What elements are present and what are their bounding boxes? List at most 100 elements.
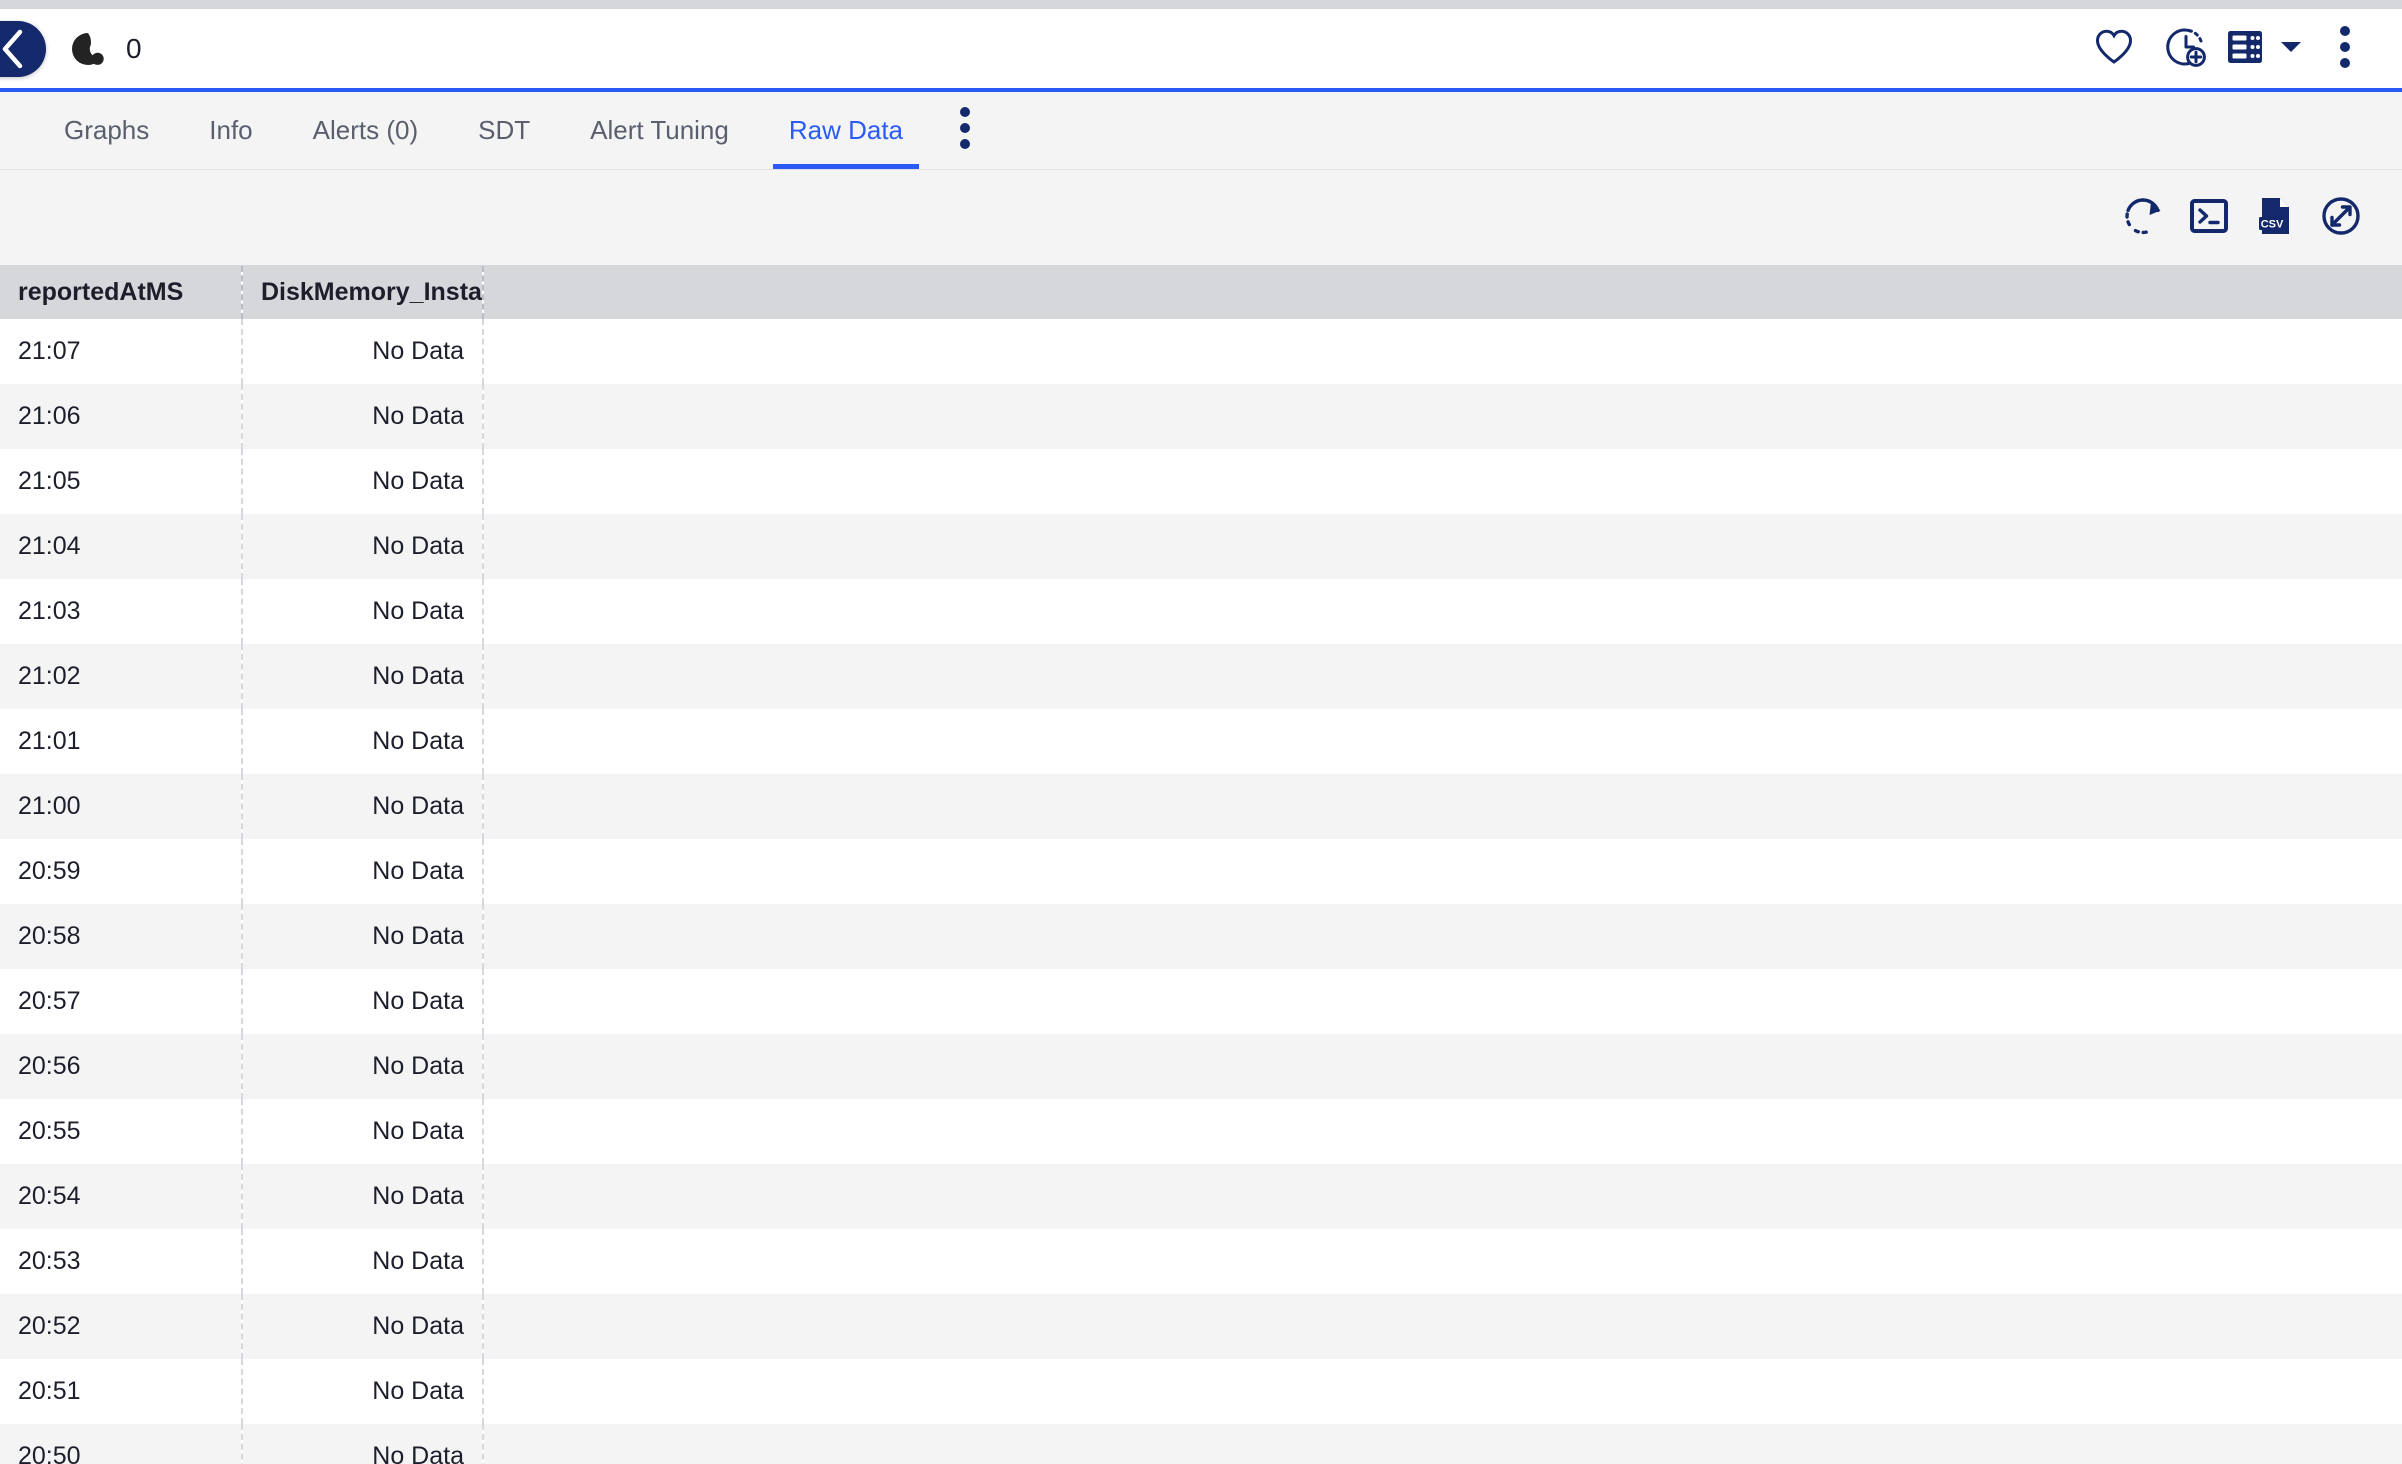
table-row[interactable]: 20:55 No Data bbox=[0, 1099, 2402, 1164]
header-more-menu-button[interactable] bbox=[2314, 19, 2376, 79]
console-button[interactable] bbox=[2176, 185, 2242, 251]
add-sdt-icon bbox=[2165, 26, 2207, 71]
cell-reportedatms: 20:55 bbox=[0, 1099, 243, 1164]
cell-reportedatms: 21:00 bbox=[0, 774, 243, 839]
export-csv-button[interactable]: CSV bbox=[2242, 185, 2308, 251]
tab-alert-tuning[interactable]: Alert Tuning bbox=[560, 92, 759, 169]
cell-diskmemory: No Data bbox=[242, 579, 484, 644]
chevron-down-icon bbox=[2278, 38, 2304, 59]
table-row[interactable]: 21:02 No Data bbox=[0, 644, 2402, 709]
cell-spacer bbox=[483, 1294, 2402, 1359]
cell-reportedatms: 20:54 bbox=[0, 1164, 243, 1229]
cell-reportedatms: 21:04 bbox=[0, 514, 243, 579]
table-row[interactable]: 20:59 No Data bbox=[0, 839, 2402, 904]
cell-spacer bbox=[483, 579, 2402, 644]
kebab-menu-icon bbox=[959, 106, 971, 155]
resource-group-button[interactable] bbox=[2222, 19, 2268, 79]
refresh-icon bbox=[2121, 194, 2165, 241]
cell-diskmemory: No Data bbox=[242, 449, 484, 514]
tab-info[interactable]: Info bbox=[179, 92, 282, 169]
cell-reportedatms: 21:02 bbox=[0, 644, 243, 709]
refresh-button[interactable] bbox=[2110, 185, 2176, 251]
cell-diskmemory: No Data bbox=[242, 644, 484, 709]
cell-diskmemory: No Data bbox=[242, 1099, 484, 1164]
cell-reportedatms: 21:07 bbox=[0, 319, 243, 384]
cell-diskmemory: No Data bbox=[242, 319, 484, 384]
cell-reportedatms: 20:56 bbox=[0, 1034, 243, 1099]
table-row[interactable]: 20:56 No Data bbox=[0, 1034, 2402, 1099]
table-row[interactable]: 21:06 No Data bbox=[0, 384, 2402, 449]
table-row[interactable]: 20:53 No Data bbox=[0, 1229, 2402, 1294]
back-button[interactable] bbox=[0, 20, 46, 77]
cell-diskmemory: No Data bbox=[242, 709, 484, 774]
table-body: 21:07 No Data 21:06 No Data 21:05 No Data 21:0… bbox=[0, 319, 2402, 1464]
cell-reportedatms: 20:59 bbox=[0, 839, 243, 904]
table-row[interactable]: 20:58 No Data bbox=[0, 904, 2402, 969]
cell-reportedatms: 21:01 bbox=[0, 709, 243, 774]
cell-spacer bbox=[483, 644, 2402, 709]
cell-spacer bbox=[483, 1359, 2402, 1424]
table-row[interactable]: 20:52 No Data bbox=[0, 1294, 2402, 1359]
favorite-button[interactable] bbox=[2078, 19, 2150, 79]
table-row[interactable]: 21:01 No Data bbox=[0, 709, 2402, 774]
tab-overflow-menu-button[interactable] bbox=[933, 92, 997, 169]
expand-icon bbox=[2319, 194, 2363, 241]
cell-diskmemory: No Data bbox=[242, 969, 484, 1034]
tab-bar: Graphs Info Alerts (0) SDT Alert Tuning … bbox=[0, 92, 2402, 170]
table-row[interactable]: 21:03 No Data bbox=[0, 579, 2402, 644]
table-row[interactable]: 20:57 No Data bbox=[0, 969, 2402, 1034]
cell-spacer bbox=[483, 969, 2402, 1034]
tab-sdt[interactable]: SDT bbox=[448, 92, 560, 169]
cell-spacer bbox=[483, 1034, 2402, 1099]
resource-name: 0 bbox=[126, 32, 142, 64]
cell-reportedatms: 20:58 bbox=[0, 904, 243, 969]
cell-diskmemory: No Data bbox=[242, 839, 484, 904]
column-header-diskmemory[interactable]: DiskMemory_Insta bbox=[242, 266, 484, 319]
cell-spacer bbox=[483, 1099, 2402, 1164]
window-top-strip bbox=[0, 0, 2402, 9]
cell-diskmemory: No Data bbox=[242, 514, 484, 579]
cell-spacer bbox=[483, 774, 2402, 839]
terminal-icon bbox=[2188, 196, 2230, 239]
cell-reportedatms: 20:57 bbox=[0, 969, 243, 1034]
table-row[interactable]: 21:05 No Data bbox=[0, 449, 2402, 514]
raw-data-table: reportedAtMS DiskMemory_Insta 21:07 No Da… bbox=[0, 266, 2402, 1464]
cell-diskmemory: No Data bbox=[242, 1229, 484, 1294]
csv-export-icon: CSV bbox=[2256, 195, 2294, 240]
cell-reportedatms: 21:05 bbox=[0, 449, 243, 514]
cell-spacer bbox=[483, 514, 2402, 579]
chevron-left-icon bbox=[0, 29, 25, 69]
cell-reportedatms: 20:53 bbox=[0, 1229, 243, 1294]
cell-diskmemory: No Data bbox=[242, 1359, 484, 1424]
svg-text:CSV: CSV bbox=[2261, 219, 2284, 231]
resource-dropdown-button[interactable] bbox=[2268, 19, 2314, 79]
tab-label: Graphs bbox=[64, 115, 150, 145]
cell-spacer bbox=[483, 709, 2402, 774]
cell-reportedatms: 21:03 bbox=[0, 579, 243, 644]
tab-label: Alerts (0) bbox=[312, 115, 419, 145]
cell-spacer bbox=[483, 449, 2402, 514]
tab-raw-data[interactable]: Raw Data bbox=[759, 92, 933, 169]
tab-label: Info bbox=[209, 115, 253, 145]
table-row[interactable]: 21:04 No Data bbox=[0, 514, 2402, 579]
resource-group-icon bbox=[2224, 27, 2266, 70]
table-row[interactable]: 20:54 No Data bbox=[0, 1164, 2402, 1229]
cell-reportedatms: 20:52 bbox=[0, 1294, 243, 1359]
cell-reportedatms: 20:51 bbox=[0, 1359, 243, 1424]
tab-alerts[interactable]: Alerts (0) bbox=[283, 92, 448, 169]
page-header: 0 bbox=[0, 9, 2402, 92]
kebab-menu-icon bbox=[2339, 25, 2351, 72]
cell-diskmemory: No Data bbox=[242, 384, 484, 449]
add-sdt-button[interactable] bbox=[2150, 19, 2222, 79]
expand-button[interactable] bbox=[2308, 185, 2374, 251]
table-row[interactable]: 21:07 No Data bbox=[0, 319, 2402, 384]
column-header-reportedatms[interactable]: reportedAtMS bbox=[0, 266, 243, 319]
cell-spacer bbox=[483, 904, 2402, 969]
raw-data-table-container[interactable]: reportedAtMS DiskMemory_Insta 21:07 No Da… bbox=[0, 266, 2402, 1464]
cell-reportedatms: 21:06 bbox=[0, 384, 243, 449]
table-row[interactable]: 20:51 No Data bbox=[0, 1359, 2402, 1424]
table-row[interactable]: 20:50 No Data bbox=[0, 1424, 2402, 1464]
cell-spacer bbox=[483, 1229, 2402, 1294]
tab-graphs[interactable]: Graphs bbox=[34, 92, 179, 169]
table-row[interactable]: 21:00 No Data bbox=[0, 774, 2402, 839]
